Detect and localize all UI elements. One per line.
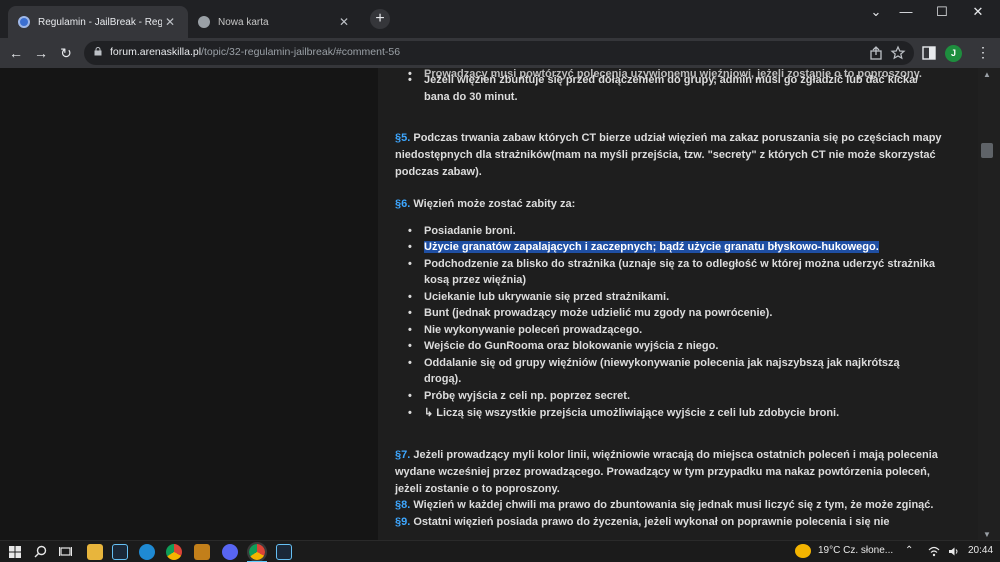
minimize-button[interactable]: — [888, 0, 924, 26]
section-5-line: niedostępnych dla strażników(mam na myśl… [395, 149, 936, 161]
maximize-button[interactable]: ☐ [924, 0, 960, 26]
section-number: §7. [395, 449, 411, 461]
steam-icon[interactable] [276, 544, 292, 560]
tab-title: Regulamin - JailBreak - Regulam [38, 16, 162, 28]
browser-window: Regulamin - JailBreak - Regulam ✕ Nowa k… [0, 0, 1000, 562]
forward-button[interactable]: → [31, 43, 51, 63]
tab-new-tab[interactable]: Nowa karta ✕ [188, 6, 362, 38]
tray-overflow-chevron-icon[interactable]: ⌃ [905, 545, 913, 556]
new-tab-button[interactable]: + [370, 9, 390, 29]
list-item: Wejście do GunRooma oraz blokowanie wyjś… [408, 338, 718, 355]
task-view-icon[interactable] [59, 545, 72, 558]
section-7-line: §7. Jeżeli prowadzący myli kolor linii, … [395, 449, 938, 461]
section-7-line: jeżeli zostanie o to poproszony. [395, 483, 560, 495]
section-5-line: podczas zabaw). [395, 166, 482, 178]
section-8-line: §8. Więzień w każdej chwili ma prawo do … [395, 499, 934, 511]
browser-toolbar: ← → ↻ forum.arenaskilla.pl/topic/32-regu… [0, 38, 1000, 68]
file-explorer-icon[interactable] [87, 544, 103, 560]
list-item: ↳ Liczą się wszystkie przejścia umożliwi… [408, 405, 839, 422]
weather-sun-icon[interactable] [795, 544, 811, 558]
edge-icon[interactable] [139, 544, 155, 560]
selected-text[interactable]: Użycie granatów zapalających i zaczepnyc… [424, 241, 879, 253]
section-6-heading: §6. Więzień może zostać zabity za: [395, 198, 576, 210]
section-5-line: §5. Podczas trwania zabaw których CT bie… [395, 132, 942, 144]
windows-taskbar: 19°C Cz. słone... ⌃ 20:44 [0, 540, 1000, 562]
forum-post: Prowadzący musi powtórzyć polecenia uzyw… [378, 68, 978, 540]
search-icon[interactable] [34, 545, 47, 558]
menu-kebab-icon[interactable]: ⋮ [976, 45, 990, 61]
bookmark-star-icon[interactable] [890, 45, 906, 61]
share-icon[interactable] [868, 45, 884, 61]
list-item: Uciekanie lub ukrywanie się przed strażn… [408, 289, 669, 306]
list-item-continuation: bana do 30 minut. [424, 91, 518, 103]
close-window-button[interactable]: ✕ [960, 0, 996, 26]
list-item: Próbę wyjścia z celi np. poprzez secret. [408, 388, 630, 405]
lock-icon[interactable] [94, 47, 102, 56]
close-tab-icon[interactable]: ✕ [336, 15, 352, 29]
list-item-continuation: drogą). [424, 373, 462, 385]
wifi-icon[interactable] [928, 546, 940, 557]
url-text: forum.arenaskilla.pl/topic/32-regulamin-… [110, 46, 400, 58]
clock-time[interactable]: 20:44 [968, 545, 993, 556]
list-item: Nie wykonywanie poleceń prowadzącego. [408, 322, 642, 339]
windows-start-icon[interactable] [9, 546, 21, 558]
section-9-line: §9. Ostatni więzień posiada prawo do życ… [395, 516, 890, 528]
close-tab-icon[interactable]: ✕ [162, 15, 178, 29]
list-item-continuation: kosą przez więźnia) [424, 274, 527, 286]
chrome-icon[interactable] [166, 544, 182, 560]
list-item: Oddalanie się od grupy więźniów (niewyko… [408, 355, 900, 372]
reload-button[interactable]: ↻ [56, 43, 76, 63]
page-scrollbar[interactable]: ▲ ▼ [978, 68, 1000, 540]
list-item: Jeżeli więzień zbuntuje się przed dołącz… [408, 72, 918, 89]
list-item: Podchodzenie za blisko do strażnika (uzn… [408, 256, 935, 273]
url-host: forum.arenaskilla.pl [110, 46, 202, 58]
section-7-line: wydane wcześniej przez prowadzącego. Pro… [395, 466, 930, 478]
tab-regulamin[interactable]: Regulamin - JailBreak - Regulam ✕ [8, 6, 188, 38]
list-item-selected: Użycie granatów zapalających i zaczepnyc… [408, 239, 879, 256]
globe-icon [198, 16, 210, 28]
list-item: Posiadanie broni. [408, 223, 516, 240]
tab-strip: Regulamin - JailBreak - Regulam ✕ Nowa k… [0, 0, 1000, 38]
weather-text[interactable]: 19°C Cz. słone... [818, 545, 893, 556]
scroll-down-icon[interactable]: ▼ [982, 530, 992, 539]
scrollbar-thumb[interactable] [981, 143, 993, 158]
left-blank-area [0, 68, 378, 540]
scroll-up-icon[interactable]: ▲ [982, 70, 992, 79]
section-number: §6. [395, 198, 411, 210]
steam-icon[interactable] [112, 544, 128, 560]
list-item: Bunt (jednak prowadzący może udzielić mu… [408, 305, 772, 322]
section-number: §9. [395, 516, 411, 528]
tab-title: Nowa karta [218, 16, 269, 28]
section-number: §5. [395, 132, 411, 144]
site-favicon-icon [18, 16, 30, 28]
side-panel-icon[interactable] [922, 46, 936, 60]
page-content: Prowadzący musi powtórzyć polecenia uzyw… [0, 68, 1000, 540]
discord-icon[interactable] [222, 544, 238, 560]
address-bar[interactable]: forum.arenaskilla.pl/topic/32-regulamin-… [84, 41, 914, 65]
url-path: /topic/32-regulamin-jailbreak/#comment-5… [201, 46, 401, 58]
back-button[interactable]: ← [6, 43, 26, 63]
profile-avatar[interactable]: J [945, 45, 962, 62]
section-number: §8. [395, 499, 411, 511]
volume-icon[interactable] [948, 546, 960, 557]
chrome-active-icon[interactable] [247, 542, 267, 562]
app-icon[interactable] [194, 544, 210, 560]
